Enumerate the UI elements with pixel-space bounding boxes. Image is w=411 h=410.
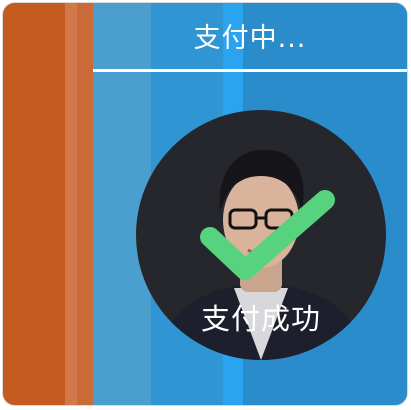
background-stripe — [3, 3, 65, 405]
background-stripe — [77, 3, 93, 405]
page-title: 支付中... — [193, 22, 307, 54]
background-stripe — [65, 3, 77, 405]
check-icon — [200, 190, 335, 280]
success-label: 支付成功 — [200, 302, 321, 336]
header-divider — [93, 69, 407, 72]
